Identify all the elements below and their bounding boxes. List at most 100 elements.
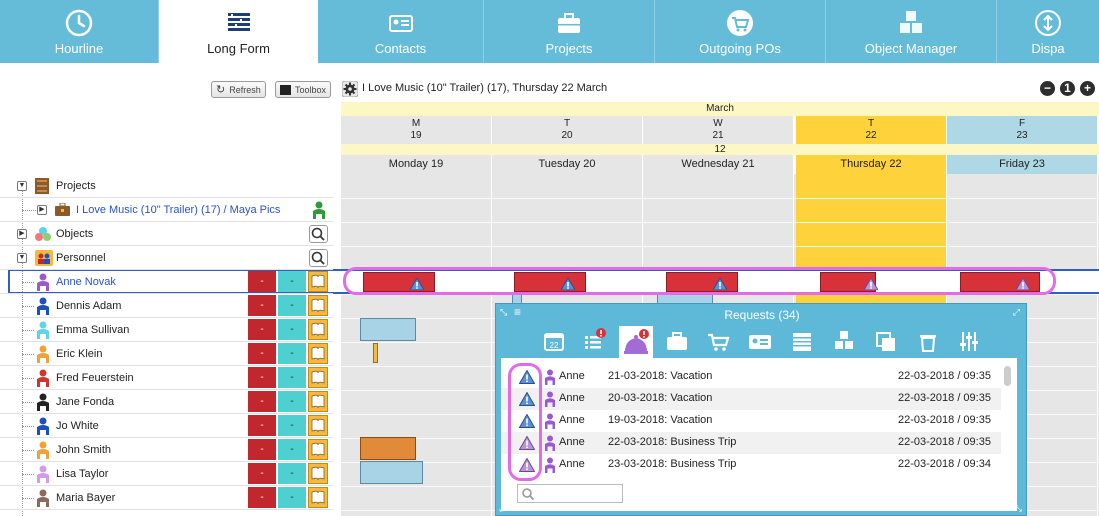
requests-tab[interactable]	[619, 326, 653, 358]
status-cyan-button[interactable]: -	[278, 271, 306, 292]
notes-button[interactable]	[308, 271, 328, 292]
tab-hourline[interactable]: Hourline	[0, 0, 159, 63]
toolbox-button[interactable]: Toolbox	[275, 81, 332, 98]
status-red-button[interactable]: -	[248, 367, 276, 388]
request-row[interactable]: Anne 21-03-2018: Vacation 22-03-2018 / 09:…	[501, 366, 1001, 388]
status-red-button[interactable]: -	[248, 319, 276, 340]
zoom-out-button[interactable]: −	[1040, 81, 1055, 96]
status-cyan-button[interactable]: -	[278, 367, 306, 388]
tab-projects[interactable]: Projects	[484, 0, 655, 63]
notes-button[interactable]	[308, 295, 328, 316]
day-header-tue[interactable]: T 20	[492, 116, 643, 144]
notes-button[interactable]	[308, 391, 328, 412]
person-row[interactable]: Maria Bayer - -	[0, 486, 333, 510]
person-name: Dennis Adam	[56, 300, 122, 312]
zoom-reset-button[interactable]: 1	[1060, 81, 1075, 96]
request-row[interactable]: Anne 20-03-2018: Vacation 22-03-2018 / 09:…	[501, 388, 1001, 410]
notes-button[interactable]	[308, 367, 328, 388]
status-cyan-button[interactable]: -	[278, 415, 306, 436]
tab-contacts[interactable]: Contacts	[318, 0, 484, 63]
tree-row-project-item[interactable]: ▶ I Love Music (10" Trailer) (17) / Maya…	[0, 198, 333, 222]
requests-search-input[interactable]	[517, 484, 623, 503]
tab-label: Projects	[545, 41, 593, 56]
personnel-search-button[interactable]	[309, 249, 328, 267]
request-row[interactable]: Anne 23-03-2018: Business Trip 22-03-2018 …	[501, 454, 1001, 476]
copy-tab-icon[interactable]	[872, 326, 900, 356]
notes-button[interactable]	[308, 415, 328, 436]
day-header-wed[interactable]: W 21	[643, 116, 794, 144]
resize-icon[interactable]: ⤢	[499, 503, 506, 514]
status-cyan-button[interactable]: -	[278, 487, 306, 508]
zoom-in-button[interactable]: +	[1080, 81, 1095, 96]
expand-toggle[interactable]: ▶	[17, 229, 27, 239]
tab-long-form[interactable]: Long Form	[159, 0, 318, 63]
sliders-tab-icon[interactable]	[955, 326, 983, 356]
status-red-button[interactable]: -	[248, 415, 276, 436]
day-header-fri[interactable]: F 23	[947, 116, 1098, 144]
person-name: Anne Novak	[56, 276, 116, 288]
tab-outgoing-pos[interactable]: Outgoing POs	[655, 0, 826, 63]
project-link[interactable]: I Love Music (10" Trailer) (17) / Maya P…	[76, 204, 280, 216]
cart-tab-icon[interactable]	[705, 326, 733, 356]
person-row[interactable]: Fred Feuerstein - -	[0, 366, 333, 390]
notes-button[interactable]	[308, 319, 328, 340]
status-red-button[interactable]: -	[248, 463, 276, 484]
booking-bar[interactable]	[373, 343, 378, 363]
person-row[interactable]: Eric Klein - -	[0, 342, 333, 366]
person-row[interactable]: Jo White - -	[0, 414, 333, 438]
cubes-tab-icon[interactable]	[830, 326, 858, 356]
tasks-tab-icon[interactable]	[581, 326, 609, 356]
tree-row-projects[interactable]: ▼ Projects	[0, 174, 333, 198]
tab-label: Long Form	[207, 41, 270, 56]
status-red-button[interactable]: -	[248, 271, 276, 292]
person-row[interactable]: Lisa Taylor - -	[0, 462, 333, 486]
status-red-button[interactable]: -	[248, 391, 276, 412]
notes-button[interactable]	[308, 343, 328, 364]
list-tab-icon[interactable]	[788, 326, 816, 356]
person-row[interactable]: Anne Novak - -	[0, 270, 333, 294]
tree-line	[22, 402, 34, 403]
tab-dispatch[interactable]: Dispa	[997, 0, 1099, 63]
briefcase-tab-icon[interactable]	[663, 326, 691, 356]
request-row[interactable]: Anne 22-03-2018: Business Trip 22-03-2018 …	[501, 432, 1001, 454]
tree-row-personnel[interactable]: ▼ Personnel	[0, 246, 333, 270]
request-row[interactable]: Anne 19-03-2018: Vacation 22-03-2018 / 09:…	[501, 410, 1001, 432]
day-header-thu[interactable]: T 22	[796, 116, 947, 144]
status-cyan-button[interactable]: -	[278, 439, 306, 460]
booking-bar[interactable]	[360, 461, 423, 484]
notes-button[interactable]	[308, 463, 328, 484]
status-red-button[interactable]: -	[248, 439, 276, 460]
requests-panel[interactable]: ⤡ ≡ ⤢ Requests (34) 22 Anne 21-03-2018: V…	[495, 303, 1027, 516]
tree-row-objects[interactable]: ▶ Objects	[0, 222, 333, 246]
booking-bar[interactable]	[360, 318, 416, 341]
booking-bar[interactable]	[360, 437, 416, 460]
person-row[interactable]: Jane Fonda - -	[0, 390, 333, 414]
status-cyan-button[interactable]: -	[278, 391, 306, 412]
status-cyan-button[interactable]: -	[278, 343, 306, 364]
status-cyan-button[interactable]: -	[278, 295, 306, 316]
status-red-button[interactable]: -	[248, 487, 276, 508]
trash-tab-icon[interactable]	[914, 326, 942, 356]
person-row[interactable]: Dennis Adam - -	[0, 294, 333, 318]
person-row[interactable]: John Smith - -	[0, 438, 333, 462]
notes-button[interactable]	[308, 487, 328, 508]
expand-toggle[interactable]: ▶	[37, 205, 47, 215]
day-name-mon: Monday 19	[341, 155, 492, 174]
status-red-button[interactable]: -	[248, 295, 276, 316]
scrollbar-thumb[interactable]	[1004, 366, 1011, 386]
calendar-tab-icon[interactable]: 22	[540, 326, 568, 356]
contact-card-tab-icon[interactable]	[746, 326, 774, 356]
status-cyan-button[interactable]: -	[278, 319, 306, 340]
day-header-mon[interactable]: M 19	[341, 116, 492, 144]
collapse-toggle[interactable]: ▼	[17, 253, 27, 263]
status-cyan-button[interactable]: -	[278, 463, 306, 484]
tab-object-manager[interactable]: Object Manager	[826, 0, 997, 63]
person-row[interactable]: Emma Sullivan - -	[0, 318, 333, 342]
notes-button[interactable]	[308, 439, 328, 460]
refresh-button[interactable]: ↻ Refresh	[211, 81, 266, 98]
resize-icon[interactable]: ⤡	[1015, 503, 1022, 514]
gear-icon[interactable]	[342, 81, 358, 97]
collapse-toggle[interactable]: ▼	[17, 181, 27, 191]
status-red-button[interactable]: -	[248, 343, 276, 364]
objects-search-button[interactable]	[309, 225, 328, 243]
